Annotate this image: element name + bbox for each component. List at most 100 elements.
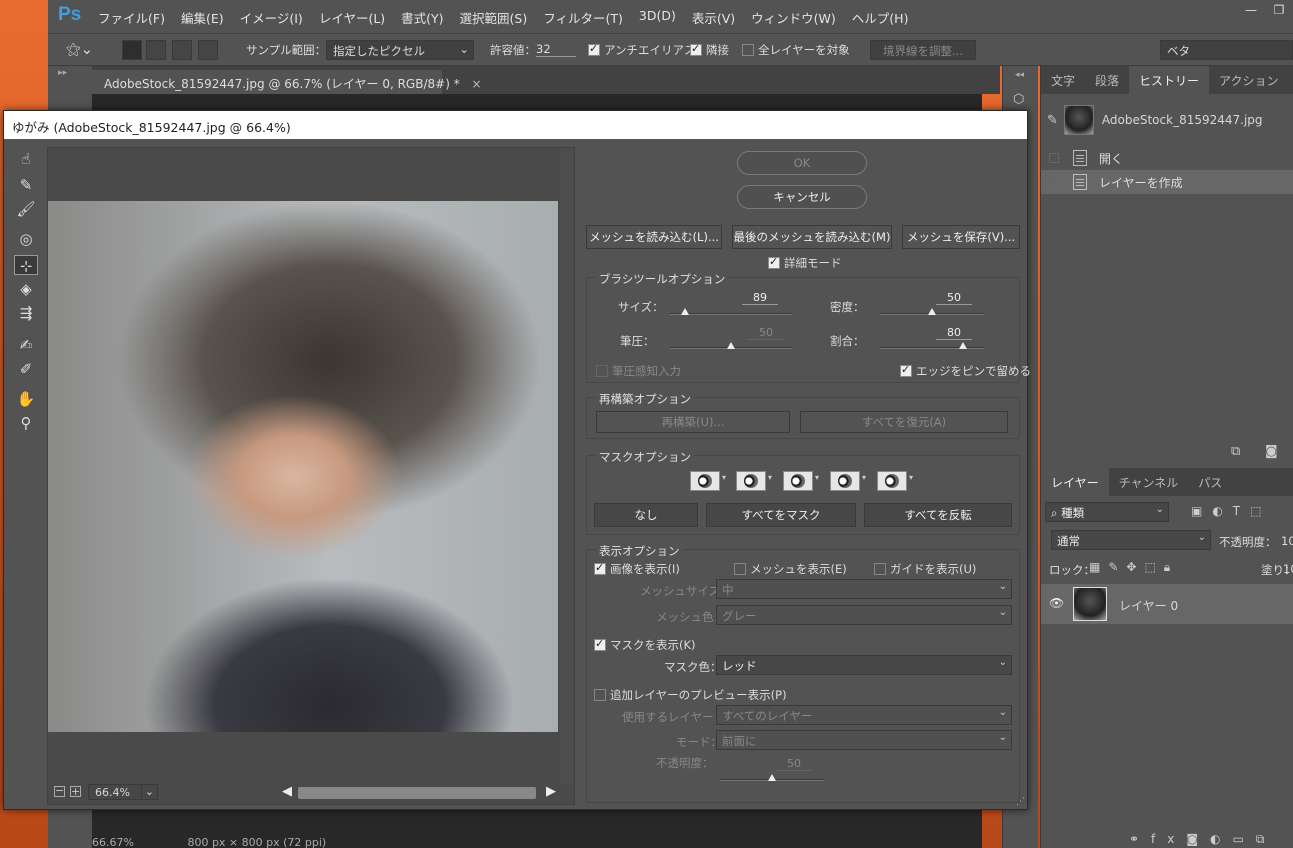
pucker-icon[interactable]: ⊹	[14, 255, 38, 275]
opacity-value[interactable]: 100	[1281, 534, 1293, 548]
show-image-checkbox[interactable]: 画像を表示(I)	[594, 561, 680, 577]
rate-input[interactable]: 80	[936, 326, 972, 340]
backdrop-opacity-slider[interactable]	[720, 774, 824, 781]
menu-item[interactable]: イメージ(I)	[240, 8, 303, 27]
backdrop-checkbox[interactable]: 追加レイヤーのプレビュー表示(P)	[594, 687, 787, 703]
all-layers-checkbox[interactable]: 全レイヤーを対象	[742, 42, 850, 58]
3d-icon[interactable]: ⬡	[1013, 92, 1024, 107]
smooth-icon[interactable]: 🖌︎	[14, 199, 38, 219]
magic-wand-icon[interactable]: ⚝⌄	[66, 40, 93, 58]
zoom-in-icon[interactable]: +	[70, 786, 81, 797]
pressure-slider[interactable]	[670, 342, 792, 349]
menu-item[interactable]: 3D(D)	[639, 8, 676, 27]
size-input[interactable]: 89	[742, 291, 778, 305]
intersect-selection-button[interactable]	[198, 40, 218, 60]
tab-actions[interactable]: アクション	[1209, 66, 1288, 94]
slider-thumb[interactable]	[680, 308, 689, 315]
slider-thumb[interactable]	[959, 342, 968, 349]
tolerance-input[interactable]: 32	[536, 42, 576, 57]
add-selection-button[interactable]	[146, 40, 166, 60]
workspace-select[interactable]: ベタ	[1160, 40, 1293, 60]
blend-mode-select[interactable]: 通常 ⌄	[1051, 530, 1211, 550]
menu-item[interactable]: ヘルプ(H)	[852, 8, 909, 27]
subtract-selection-button[interactable]	[172, 40, 192, 60]
menu-item[interactable]: 表示(V)	[692, 8, 735, 27]
antialias-checkbox[interactable]: アンチエイリアス	[588, 42, 696, 58]
history-snapshot[interactable]: ✎ AdobeStock_81592447.jpg	[1041, 94, 1293, 146]
tab-layers[interactable]: レイヤー	[1041, 468, 1109, 496]
save-mesh-button[interactable]: メッシュを保存(V)...	[902, 225, 1020, 249]
size-slider[interactable]	[670, 308, 792, 315]
mask-add-icon[interactable]	[736, 471, 766, 491]
scroll-left-icon[interactable]: ◀	[282, 784, 292, 799]
slider-thumb[interactable]	[768, 774, 776, 781]
zoom-out-icon[interactable]: −	[54, 785, 65, 797]
restore-all-button[interactable]: すべてを復元(A)	[800, 411, 1008, 433]
menu-item[interactable]: ファイル(F)	[98, 8, 165, 27]
tab-paragraph[interactable]: 段落	[1085, 66, 1129, 94]
load-mesh-button[interactable]: メッシュを読み込む(L)...	[586, 225, 722, 249]
new-selection-button[interactable]	[122, 40, 142, 60]
tab-history[interactable]: ヒストリー	[1129, 66, 1210, 94]
density-slider[interactable]	[880, 308, 984, 315]
reconstruct-icon[interactable]: ✎	[14, 175, 38, 195]
zoom-select[interactable]: 66.4% ⌄	[88, 784, 158, 800]
lock-icons[interactable]: ▦✎✥⬚🔒︎	[1089, 560, 1178, 575]
mask-intersect-icon[interactable]	[830, 471, 860, 491]
bloat-icon[interactable]: ◈	[14, 279, 38, 299]
freeze-mask-icon[interactable]: ✍	[14, 335, 38, 355]
show-mesh-checkbox[interactable]: メッシュを表示(E)	[734, 561, 847, 577]
mask-all-button[interactable]: すべてをマスク	[706, 503, 856, 527]
layer-filter-icons[interactable]: ▣◐T⬚	[1191, 504, 1271, 518]
refine-edge-button[interactable]: 境界線を調整...	[870, 40, 976, 60]
load-last-mesh-button[interactable]: 最後のメッシュを読み込む(M)	[732, 225, 892, 249]
history-item[interactable]: 開く	[1041, 146, 1293, 170]
slider-thumb[interactable]	[727, 342, 735, 349]
show-mask-checkbox[interactable]: マスクを表示(K)	[594, 637, 696, 653]
minimize-button[interactable]: —	[1237, 3, 1265, 23]
fill-value[interactable]: 100	[1283, 562, 1293, 576]
density-input[interactable]: 50	[936, 291, 972, 305]
show-guides-checkbox[interactable]: ガイドを表示(U)	[874, 561, 976, 577]
invert-all-button[interactable]: すべてを反転	[864, 503, 1012, 527]
forward-warp-icon[interactable]: ☝	[14, 149, 38, 169]
layer-row[interactable]: 👁︎ レイヤー 0	[1041, 584, 1293, 624]
preview-area[interactable]: − + 66.4% ⌄ ◀ ▶	[47, 147, 575, 805]
tab-paths[interactable]: パス	[1188, 468, 1232, 496]
twirl-icon[interactable]: ◎	[14, 229, 38, 249]
collapse-arrows-icon[interactable]: ◂◂	[1015, 70, 1024, 80]
zoom-icon[interactable]: ⚲	[14, 413, 38, 433]
resize-grip-icon[interactable]: ⋰	[1016, 797, 1025, 807]
history-checkbox[interactable]	[1049, 153, 1059, 163]
mask-replace-icon[interactable]	[690, 471, 720, 491]
layer-kind-filter[interactable]: ⌕ 種類 ⌄	[1045, 502, 1169, 522]
mode-select[interactable]: 前面に ⌄	[716, 730, 1012, 750]
rate-slider[interactable]	[880, 342, 984, 349]
thaw-mask-icon[interactable]: ✐	[14, 359, 38, 379]
camera-icon[interactable]: ◙	[1265, 444, 1278, 459]
menu-item[interactable]: 編集(E)	[181, 8, 224, 27]
tab-close-icon[interactable]: ×	[472, 77, 482, 91]
reconstruct-button[interactable]: 再構築(U)...	[596, 411, 790, 433]
stylus-pressure-checkbox[interactable]: 筆圧感知入力	[596, 363, 681, 379]
hand-icon[interactable]: ✋	[14, 389, 38, 409]
mesh-size-select[interactable]: 中 ⌄	[716, 579, 1012, 599]
pin-edges-checkbox[interactable]: エッジをピンで留める	[900, 363, 1031, 379]
menu-item[interactable]: 選択範囲(S)	[460, 8, 528, 27]
menu-item[interactable]: フィルター(T)	[543, 8, 623, 27]
restore-button[interactable]: ❐	[1265, 3, 1293, 23]
menu-item[interactable]: ウィンドウ(W)	[751, 8, 836, 27]
new-document-from-state-icon[interactable]: ⧉	[1231, 444, 1240, 459]
menu-item[interactable]: 書式(Y)	[401, 8, 443, 27]
scroll-right-icon[interactable]: ▶	[546, 784, 556, 799]
tab-channels[interactable]: チャンネル	[1109, 468, 1189, 496]
layer-bottom-icons[interactable]: ⚭fx◙◐▭⧉	[1129, 832, 1276, 847]
mask-none-button[interactable]: なし	[594, 503, 698, 527]
history-checkbox[interactable]	[1049, 177, 1059, 187]
backdrop-opacity-input[interactable]: 50	[776, 757, 812, 771]
mask-subtract-icon[interactable]	[783, 471, 813, 491]
horizontal-scroll-thumb[interactable]	[298, 787, 536, 799]
document-tab[interactable]: AdobeStock_81592447.jpg @ 66.7% (レイヤー 0,…	[92, 70, 482, 94]
sample-size-select[interactable]: 指定したピクセル ⌄	[326, 40, 474, 60]
slider-thumb[interactable]	[928, 308, 936, 315]
